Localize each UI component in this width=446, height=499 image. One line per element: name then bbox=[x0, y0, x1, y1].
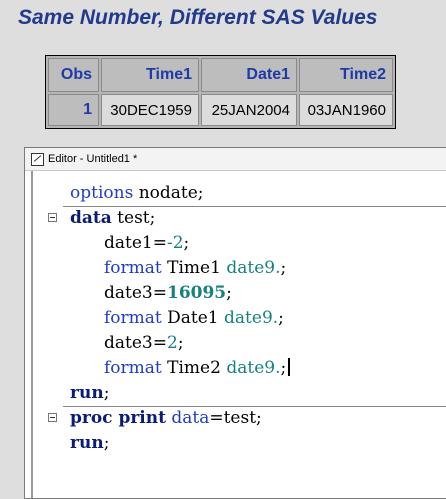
page-title: Same Number, Different SAS Values bbox=[18, 6, 378, 29]
editor-titlebar[interactable]: Editor - Untitled1 * bbox=[25, 148, 446, 171]
code-token: ; bbox=[103, 433, 110, 453]
code-token: Time2 bbox=[161, 358, 227, 378]
code-token: date9. bbox=[226, 258, 281, 278]
code-token: date3= bbox=[104, 333, 167, 353]
code-token: ; bbox=[103, 383, 110, 403]
code-token: run bbox=[70, 383, 104, 403]
code-token: 16095 bbox=[166, 283, 227, 303]
code-token: ; bbox=[177, 333, 184, 353]
table-header-row: Obs Time1 Date1 Time2 bbox=[48, 58, 393, 92]
code-line-3: date1=-2; bbox=[33, 231, 446, 256]
step-divider bbox=[63, 406, 446, 407]
code-token: =test; bbox=[209, 408, 262, 428]
code-lines: options nodate; data test; date1=-2; for… bbox=[33, 181, 446, 456]
code-token: date3= bbox=[104, 283, 167, 303]
code-token: ; bbox=[226, 283, 232, 303]
cell-date1: 25JAN2004 bbox=[201, 94, 297, 126]
code-line-10: proc print data=test; bbox=[33, 406, 446, 431]
collapse-toggle-icon[interactable] bbox=[48, 213, 57, 222]
cell-time2: 03JAN1960 bbox=[299, 94, 393, 126]
step-divider bbox=[63, 206, 446, 207]
code-line-1: options nodate; bbox=[33, 181, 446, 206]
collapse-toggle-icon[interactable] bbox=[48, 413, 57, 422]
code-editor[interactable]: options nodate; data test; date1=-2; for… bbox=[31, 171, 446, 498]
editor-window[interactable]: Editor - Untitled1 * options nodate; dat… bbox=[24, 147, 446, 499]
code-line-2: data test; bbox=[33, 206, 446, 231]
code-line-8: format Time2 date9.; bbox=[33, 356, 446, 381]
code-token: date9. bbox=[224, 308, 279, 328]
code-token: options bbox=[70, 183, 134, 203]
code-token: ; bbox=[183, 233, 190, 253]
code-token: ; bbox=[278, 308, 284, 328]
col-header-date1: Date1 bbox=[201, 58, 297, 92]
cell-obs: 1 bbox=[48, 94, 99, 126]
code-token: data bbox=[165, 408, 210, 428]
code-line-6: format Date1 date9.; bbox=[33, 306, 446, 331]
code-token: run bbox=[70, 433, 104, 453]
code-line-9: run; bbox=[33, 381, 446, 406]
cell-time1: 30DEC1959 bbox=[101, 94, 199, 126]
code-token: -2 bbox=[166, 233, 184, 253]
code-line-5: date3=16095; bbox=[33, 281, 446, 306]
code-token: Time1 bbox=[161, 258, 227, 278]
code-token: nodate; bbox=[133, 183, 204, 203]
code-token: test; bbox=[111, 208, 156, 228]
editor-icon bbox=[31, 152, 44, 166]
code-token: date9. bbox=[226, 358, 281, 378]
code-token: data bbox=[70, 208, 112, 228]
code-token: Date1 bbox=[161, 308, 225, 328]
code-token: format bbox=[104, 358, 162, 378]
code-line-11: run; bbox=[33, 431, 446, 456]
code-line-7: date3=2; bbox=[33, 331, 446, 356]
col-header-obs: Obs bbox=[48, 58, 99, 92]
code-line-4: format Time1 date9.; bbox=[33, 256, 446, 281]
code-token: proc print bbox=[70, 408, 166, 428]
text-cursor bbox=[288, 358, 291, 376]
code-token: ; bbox=[280, 358, 287, 378]
editor-title: Editor - Untitled1 * bbox=[48, 153, 138, 165]
col-header-time2: Time2 bbox=[299, 58, 393, 92]
results-table: Obs Time1 Date1 Time2 1 30DEC1959 25JAN2… bbox=[45, 55, 396, 129]
col-header-time1: Time1 bbox=[101, 58, 199, 92]
code-token: format bbox=[104, 308, 162, 328]
table-row: 1 30DEC1959 25JAN2004 03JAN1960 bbox=[48, 94, 393, 126]
code-token: date1= bbox=[104, 233, 167, 253]
code-token: format bbox=[104, 258, 162, 278]
code-token: ; bbox=[280, 258, 287, 278]
code-token: 2 bbox=[166, 333, 178, 353]
